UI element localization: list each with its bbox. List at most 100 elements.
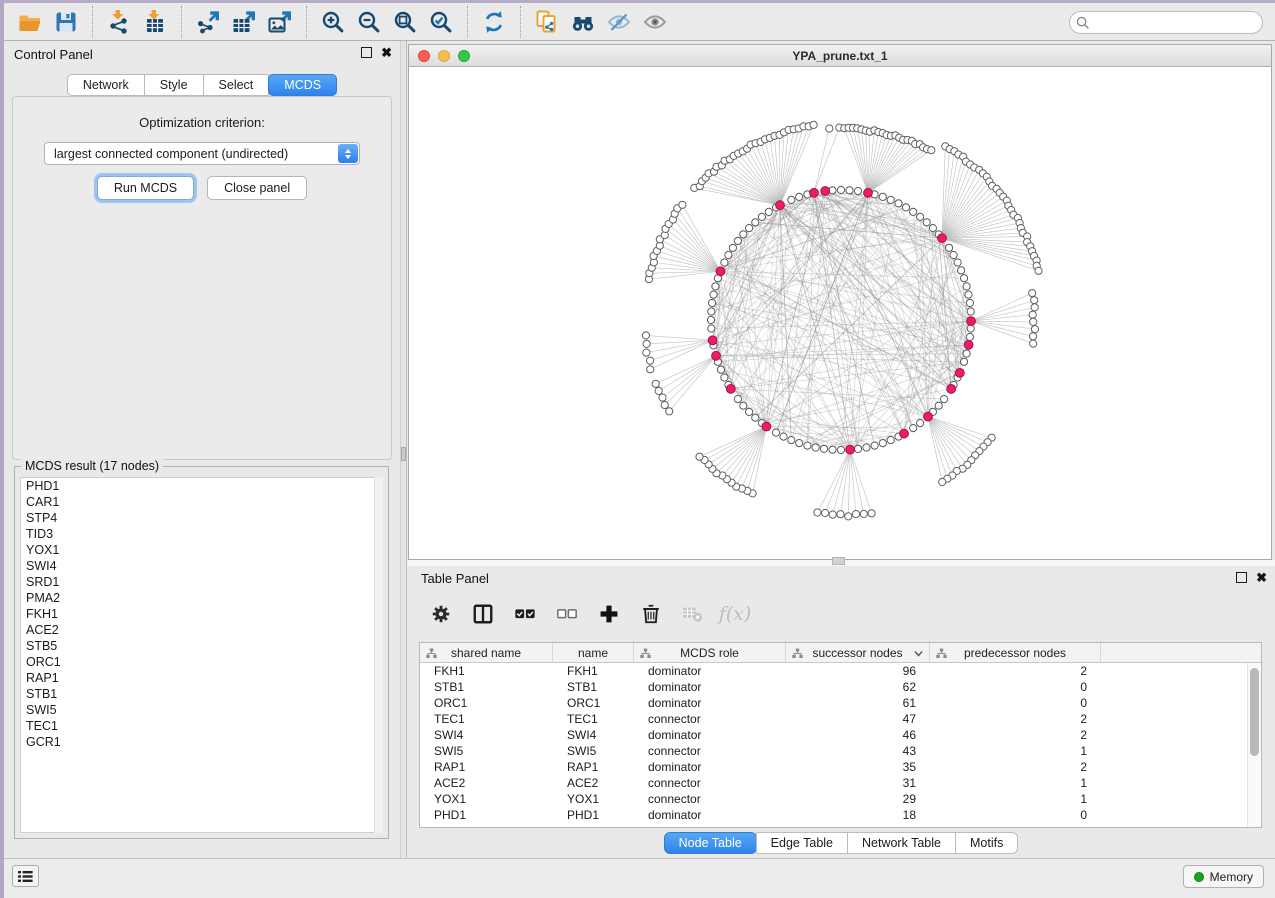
window-zoom-light[interactable] [458,50,470,62]
network-node[interactable] [721,374,728,381]
network-node[interactable] [647,357,654,364]
cell-predecessor-nodes[interactable]: 2 [930,760,1101,774]
mcds-result-item[interactable]: CAR1 [21,494,382,510]
cell-shared-name[interactable]: TEC1 [420,712,553,726]
mcds-result-item[interactable]: FKH1 [21,606,382,622]
network-hub-node[interactable] [846,445,855,454]
cell-successor-nodes[interactable]: 96 [786,664,930,678]
column-header-name[interactable]: name [553,643,634,663]
network-node[interactable] [772,429,779,436]
network-node[interactable] [740,231,747,238]
save-button[interactable] [48,7,84,37]
network-node[interactable] [710,291,717,298]
search-input[interactable] [1069,11,1263,34]
network-node[interactable] [643,349,650,356]
hide-selected-button[interactable] [601,7,637,37]
cell-predecessor-nodes[interactable]: 1 [930,744,1101,758]
network-node[interactable] [967,308,974,315]
split-pane-button[interactable] [469,600,497,628]
network-node[interactable] [895,200,902,207]
network-node[interactable] [712,283,719,290]
refresh-button[interactable] [476,7,512,37]
open-folder-button[interactable] [12,7,48,37]
mcds-result-item[interactable]: TEC1 [21,718,382,734]
show-all-button[interactable] [637,7,673,37]
network-node[interactable] [941,396,948,403]
tab-mcds[interactable]: MCDS [268,74,337,96]
cell-name[interactable]: ORC1 [553,696,634,710]
cell-shared-name[interactable]: YOX1 [420,792,553,806]
import-network-button[interactable] [101,7,137,37]
network-node[interactable] [1031,326,1038,333]
network-hub-node[interactable] [938,234,947,243]
table-row-ace2[interactable]: ACE2ACE2connector311 [420,775,1247,791]
cell-name[interactable]: FKH1 [553,664,634,678]
run-mcds-button[interactable]: Run MCDS [97,176,194,200]
cell-name[interactable]: RAP1 [553,760,634,774]
select-all-button[interactable] [511,600,539,628]
cell-mcds-role[interactable]: dominator [634,680,786,694]
tab-node-table[interactable]: Node Table [664,832,757,854]
network-node[interactable] [752,219,759,226]
network-node[interactable] [765,208,772,215]
table-scrollbar-thumb[interactable] [1250,668,1259,756]
memory-button[interactable]: Memory [1183,865,1264,888]
network-node[interactable] [852,511,859,518]
network-node[interactable] [746,408,753,415]
network-node[interactable] [966,333,973,340]
zoom-fit-button[interactable] [387,7,423,37]
network-node[interactable] [758,213,765,220]
network-node[interactable] [820,445,827,452]
cell-mcds-role[interactable]: dominator [634,760,786,774]
mcds-result-item[interactable]: GCR1 [21,734,382,750]
network-node[interactable] [963,350,970,357]
cell-mcds-role[interactable]: connector [634,792,786,806]
vertical-splitter[interactable] [400,41,407,858]
network-node[interactable] [887,196,894,203]
network-node[interactable] [746,225,753,232]
deselect-all-button[interactable] [553,600,581,628]
add-column-button[interactable] [595,600,623,628]
network-node[interactable] [642,332,649,339]
export-network-button[interactable] [190,7,226,37]
network-node[interactable] [954,259,961,266]
network-node[interactable] [810,121,817,128]
network-node[interactable] [1030,340,1037,347]
network-node[interactable] [1029,333,1036,340]
network-node[interactable] [643,340,650,347]
mcds-result-item[interactable]: RAP1 [21,670,382,686]
export-image-button[interactable] [262,7,298,37]
mcds-result-item[interactable]: STB1 [21,686,382,702]
network-node[interactable] [709,299,716,306]
network-hub-node[interactable] [810,188,819,197]
cell-shared-name[interactable]: STB1 [420,680,553,694]
network-hub-node[interactable] [967,317,976,326]
network-node[interactable] [965,291,972,298]
network-node[interactable] [826,125,833,132]
mcds-result-item[interactable]: SWI5 [21,702,382,718]
cell-successor-nodes[interactable]: 35 [786,760,930,774]
cell-predecessor-nodes[interactable]: 2 [930,664,1101,678]
table-row-fkh1[interactable]: FKH1FKH1dominator962 [420,663,1247,679]
cell-mcds-role[interactable]: dominator [634,728,786,742]
tab-select[interactable]: Select [203,74,270,96]
network-hub-node[interactable] [924,412,933,421]
column-header-shared-name[interactable]: shared name [420,643,553,663]
network-node[interactable] [910,208,917,215]
optimization-criterion-select[interactable]: largest connected component (undirected) [44,142,360,165]
first-neighbors-button[interactable] [565,7,601,37]
table-row-yox1[interactable]: YOX1YOX1connector291 [420,791,1247,807]
cell-predecessor-nodes[interactable]: 1 [930,776,1101,790]
cell-successor-nodes[interactable]: 29 [786,792,930,806]
cell-predecessor-nodes[interactable]: 1 [930,792,1101,806]
network-node[interactable] [963,283,970,290]
network-node[interactable] [961,358,968,365]
cell-mcds-role[interactable]: connector [634,776,786,790]
cell-mcds-role[interactable]: connector [634,744,786,758]
network-node[interactable] [1029,290,1036,297]
mcds-result-item[interactable]: PMA2 [21,590,382,606]
mcds-result-item[interactable]: ORC1 [21,654,382,670]
network-node[interactable] [740,402,747,409]
network-node[interactable] [854,188,861,195]
mcds-result-item[interactable]: TID3 [21,526,382,542]
